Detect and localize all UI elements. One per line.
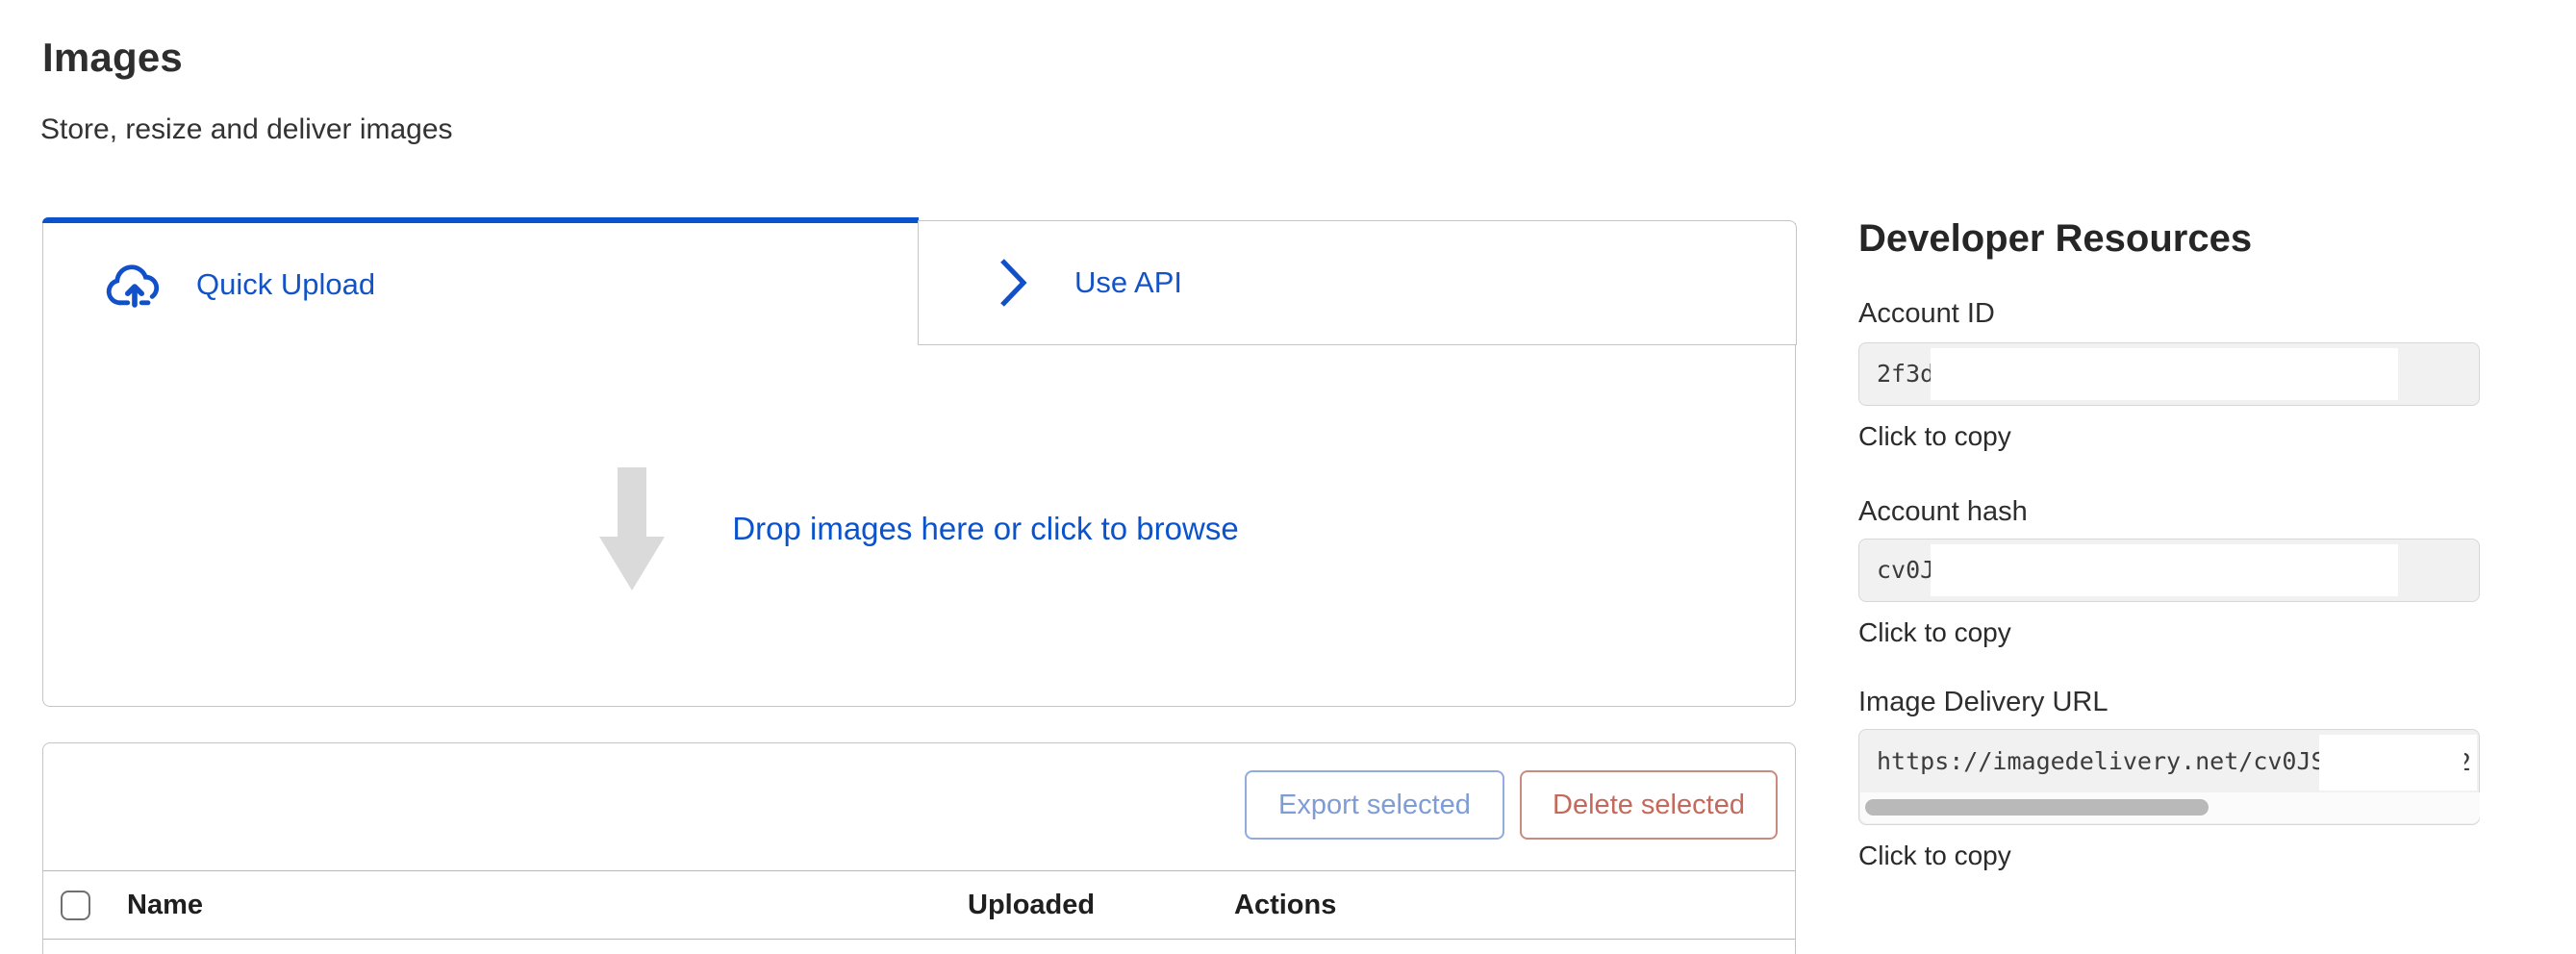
- tab-quick-upload[interactable]: Quick Upload: [42, 224, 919, 345]
- image-delivery-url-value: https://imagedelivery.net/cv0JS: [1877, 730, 2326, 793]
- dropzone[interactable]: Drop images here or click to browse: [42, 464, 1796, 594]
- horizontal-scrollbar: [1860, 792, 2480, 823]
- image-delivery-url-field[interactable]: https://imagedelivery.net/cv0JS 2: [1858, 729, 2480, 825]
- redaction-overlay: 2: [2319, 735, 2477, 791]
- images-dashboard: Images Store, resize and deliver images …: [0, 0, 2576, 954]
- list-toolbar: Export selected Delete selected: [43, 743, 1795, 870]
- export-selected-button[interactable]: Export selected: [1245, 770, 1504, 840]
- image-list-panel: Export selected Delete selected Name Upl…: [42, 742, 1796, 954]
- account-id-label: Account ID: [1858, 298, 1995, 330]
- select-all-checkbox[interactable]: [61, 891, 90, 920]
- sidebar-title: Developer Resources: [1858, 217, 2252, 261]
- account-hash-copy-hint: Click to copy: [1858, 617, 2011, 648]
- image-delivery-url-label: Image Delivery URL: [1858, 687, 2108, 718]
- cloud-upload-icon: [102, 260, 167, 310]
- delete-selected-button[interactable]: Delete selected: [1520, 770, 1778, 840]
- account-hash-value: cv0J: [1877, 540, 1934, 601]
- tab-quick-upload-label: Quick Upload: [196, 267, 375, 302]
- image-delivery-url-copy-hint: Click to copy: [1858, 841, 2011, 871]
- redaction-overlay: [1931, 544, 2398, 596]
- page-title: Images: [42, 35, 183, 81]
- page-subtitle: Store, resize and deliver images: [40, 113, 453, 146]
- account-id-copy-hint: Click to copy: [1858, 421, 2011, 452]
- column-header-name: Name: [127, 890, 203, 921]
- account-hash-field[interactable]: cv0J: [1858, 539, 2480, 602]
- dropzone-label: Drop images here or click to browse: [732, 511, 1238, 547]
- tab-use-api[interactable]: Use API: [918, 220, 1797, 345]
- redacted-char-fragment: 2: [2464, 748, 2476, 787]
- table-row: [43, 940, 1795, 954]
- column-header-uploaded: Uploaded: [968, 890, 1095, 921]
- column-header-actions: Actions: [1234, 890, 1336, 921]
- account-id-field[interactable]: 2f3d: [1858, 342, 2480, 406]
- tab-use-api-label: Use API: [1074, 265, 1182, 300]
- scrollbar-thumb[interactable]: [1865, 799, 2209, 816]
- account-id-value: 2f3d: [1877, 343, 1934, 405]
- table-header-row: Name Uploaded Actions: [43, 870, 1795, 940]
- chevron-right-icon: [998, 256, 1030, 310]
- redaction-overlay: [1931, 348, 2398, 400]
- account-hash-label: Account hash: [1858, 496, 2028, 528]
- arrow-down-icon: [599, 467, 665, 590]
